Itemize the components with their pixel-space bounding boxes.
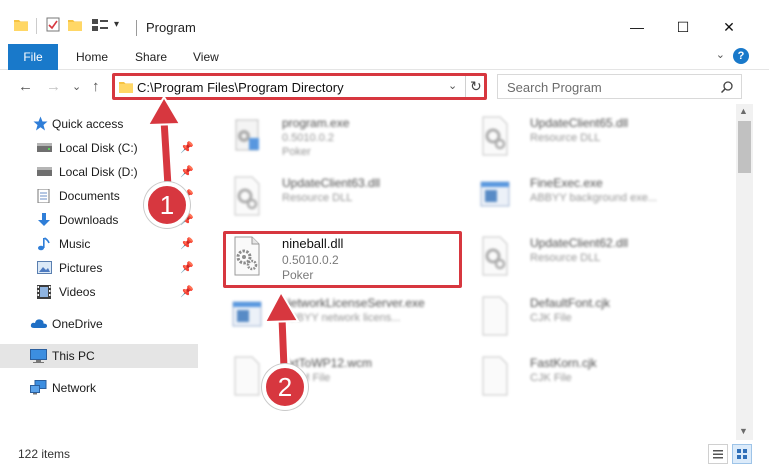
- annotation-arrows: [146, 95, 300, 374]
- arrow-to-nineball-file: [263, 289, 300, 374]
- step-callout-1: 1: [144, 182, 190, 228]
- step-callout-2: 2: [262, 364, 308, 410]
- arrow-to-address-bar: [146, 95, 182, 192]
